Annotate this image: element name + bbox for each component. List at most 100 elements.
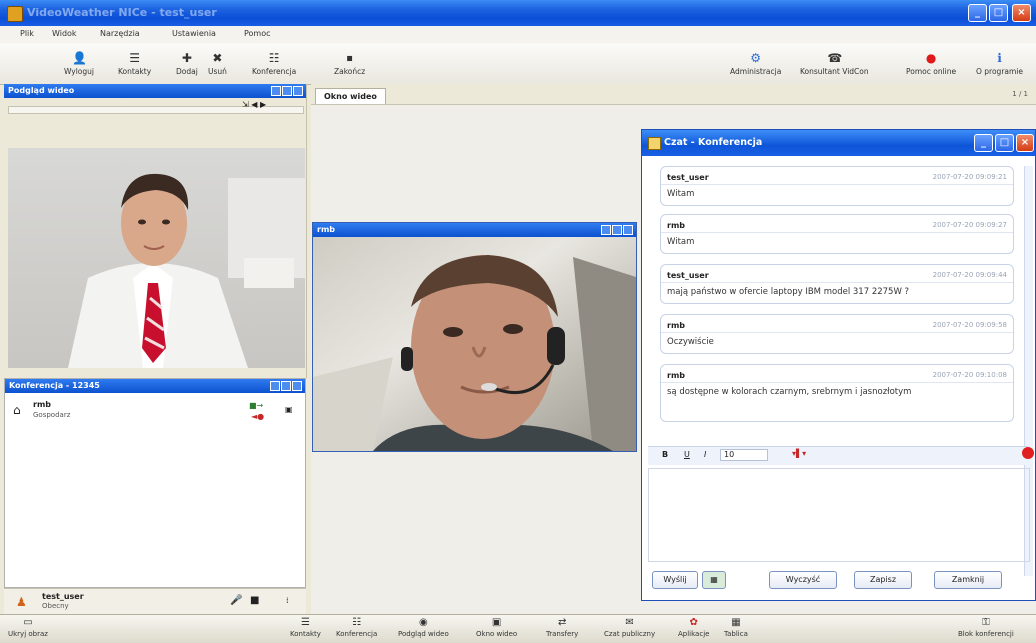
camera-icon[interactable]: ■ <box>250 595 259 606</box>
bottom-contacts-button[interactable]: ☰ Kontakty <box>290 617 321 638</box>
remote-video-window[interactable]: rmb <box>312 222 637 452</box>
contacts-icon: ☰ <box>129 51 140 65</box>
bottom-transfers-button[interactable]: ⇄ Transfery <box>546 617 578 638</box>
minimize-button[interactable]: _ <box>968 4 987 22</box>
preview-panel-title: Podgląd wideo <box>8 86 75 95</box>
close-button[interactable]: × <box>1012 4 1031 22</box>
chat-window-icon <box>648 137 661 150</box>
participant-options-icon[interactable]: ▣ <box>285 405 293 414</box>
bottom-public-chat-button[interactable]: ✉ Czat publiczny <box>604 617 655 638</box>
bottom-conference-button[interactable]: ☷ Konferencja <box>336 617 377 638</box>
menu-tools[interactable]: Narzędzia <box>100 29 140 38</box>
contacts-button[interactable]: ☰ Kontakty <box>118 51 151 76</box>
menu-view[interactable]: Widok <box>52 29 77 38</box>
about-button[interactable]: ℹ O programie <box>976 51 1023 76</box>
bottom-board-button[interactable]: ▦ Tablica <box>724 617 748 638</box>
help-icon: ● <box>925 51 937 65</box>
title-bar: VideoWeather NICe - test_user _ □ × <box>0 0 1036 26</box>
add-user-icon: ✚ <box>181 51 192 65</box>
participant-row[interactable]: ⌂ rmb Gospodarz ■→ ◄● ▣ <box>11 399 299 425</box>
menu-settings[interactable]: Ustawienia <box>172 29 216 38</box>
italic-button[interactable]: I <box>704 450 706 459</box>
chat-message: rmb 2007-07-20 09:10:08 są dostępne w ko… <box>660 364 1014 422</box>
chat-message: rmb 2007-07-20 09:09:58 Oczywiście <box>660 314 1014 354</box>
toolbar: 👤 Wyloguj ☰ Kontakty ✚ Dodaj ✖ Usuń ☷ Ko… <box>0 43 1036 85</box>
menu-file[interactable]: Plik <box>20 29 34 38</box>
chat-message: test_user 2007-07-20 09:09:21 Witam <box>660 166 1014 206</box>
maximize-button[interactable]: □ <box>989 4 1008 22</box>
close-chat-button[interactable]: Zamknij <box>934 571 1002 589</box>
chat-icon: ✉ <box>625 617 634 628</box>
consultant-icon: ☎ <box>827 51 843 65</box>
message-sender: rmb <box>667 221 686 230</box>
send-button[interactable]: Wyślij <box>652 571 698 589</box>
video-preview-panel: Podgląd wideo ⇲ ◀ ▶ <box>4 84 307 378</box>
message-sender: test_user <box>667 173 709 182</box>
video-window-icon: ▣ <box>491 617 502 628</box>
admin-button[interactable]: ⚙ Administracja <box>730 51 781 76</box>
chat-input-field[interactable] <box>648 468 1030 562</box>
bottom-video-preview-button[interactable]: ◉ Podgląd wideo <box>398 617 449 638</box>
monitor-icon: ▭ <box>23 617 33 628</box>
preview-panel-header: Podgląd wideo <box>4 84 306 98</box>
consultant-button[interactable]: ☎ Konsultant VidCon <box>800 51 869 76</box>
conference-block-button[interactable]: ⚿ Blok konferencji <box>958 617 1014 638</box>
chat-message: test_user 2007-07-20 09:09:44 mają państ… <box>660 264 1014 304</box>
panel-window-buttons[interactable] <box>270 86 303 100</box>
chat-window[interactable]: Czat - Konferencja _ □ × test_user 2007-… <box>641 129 1036 601</box>
message-divider <box>661 232 1013 233</box>
message-text: Witam <box>667 189 695 199</box>
end-button[interactable]: ⏹ Zakończ <box>334 51 365 76</box>
menu-help[interactable]: Pomoc <box>244 29 271 38</box>
message-divider <box>661 382 1013 383</box>
message-time: 2007-07-20 09:09:21 <box>932 173 1007 181</box>
chat-message: rmb 2007-07-20 09:09:27 Witam <box>660 214 1014 254</box>
text-color-icon[interactable]: ▾▌▾ <box>792 449 806 458</box>
current-user-name: test_user <box>42 592 84 601</box>
chat-title: Czat - Konferencja <box>664 137 763 148</box>
underline-button[interactable]: U <box>684 450 690 459</box>
conference-panel: Konferencja - 12345 ⌂ rmb Gospodarz ■→ ◄… <box>4 378 306 588</box>
panel-window-buttons[interactable] <box>269 381 302 395</box>
tab-video-window[interactable]: Okno wideo <box>315 88 386 104</box>
conference-button[interactable]: ☷ Konferencja <box>252 51 296 76</box>
apps-icon: ✿ <box>689 617 698 628</box>
hide-image-button[interactable]: ▭ Ukryj obraz <box>8 617 48 638</box>
logout-button[interactable]: 👤 Wyloguj <box>64 51 94 76</box>
bold-button[interactable]: B <box>662 450 668 459</box>
remove-user-icon: ✖ <box>212 51 223 65</box>
more-icon[interactable]: ⁞ <box>286 596 289 605</box>
remote-video-header: rmb <box>313 223 636 237</box>
chat-close-button[interactable]: × <box>1016 134 1034 152</box>
font-size-select[interactable]: 10 <box>720 449 768 461</box>
conference-panel-title: Konferencja - 12345 <box>9 381 100 390</box>
info-icon: ℹ <box>997 51 1002 65</box>
window-title: VideoWeather NICe - test_user <box>27 6 217 19</box>
message-text: Oczywiście <box>667 337 714 347</box>
remote-video-frame <box>313 237 636 451</box>
board-icon: ▦ <box>731 617 741 628</box>
participant-avatar-icon: ⌂ <box>13 403 21 417</box>
message-text: są dostępne w kolorach czarnym, srebrnym… <box>667 387 912 397</box>
center-pager[interactable]: 1 / 1 <box>1012 90 1028 98</box>
format-toolbar: B U I 10 ▾▌▾ <box>648 446 1034 465</box>
lock-icon: ⚿ <box>982 617 990 628</box>
preview-controls-icon[interactable]: ⇲ ◀ ▶ <box>242 100 266 109</box>
bottom-video-window-button[interactable]: ▣ Okno wideo <box>476 617 517 638</box>
emoticons-button[interactable]: ▦ <box>702 571 726 589</box>
chat-minimize-button[interactable]: _ <box>974 134 993 152</box>
save-button[interactable]: Zapisz <box>854 571 912 589</box>
chat-title-bar: Czat - Konferencja _ □ × <box>642 130 1035 156</box>
add-contact-button[interactable]: ✚ Dodaj <box>176 51 198 76</box>
message-divider <box>661 282 1013 283</box>
emoticon-icon[interactable] <box>1022 447 1034 459</box>
bottom-apps-button[interactable]: ✿ Aplikacje <box>678 617 709 638</box>
microphone-icon[interactable]: 🎤 <box>230 595 242 606</box>
chat-maximize-button[interactable]: □ <box>995 134 1014 152</box>
online-help-button[interactable]: ● Pomoc online <box>906 51 956 76</box>
clear-button[interactable]: Wyczyść <box>769 571 837 589</box>
app-icon <box>7 6 23 22</box>
remove-contact-button[interactable]: ✖ Usuń <box>208 51 227 76</box>
menu-bar: Plik Widok Narzędzia Ustawienia Pomoc <box>0 26 1036 44</box>
participant-status: Gospodarz <box>33 411 71 419</box>
